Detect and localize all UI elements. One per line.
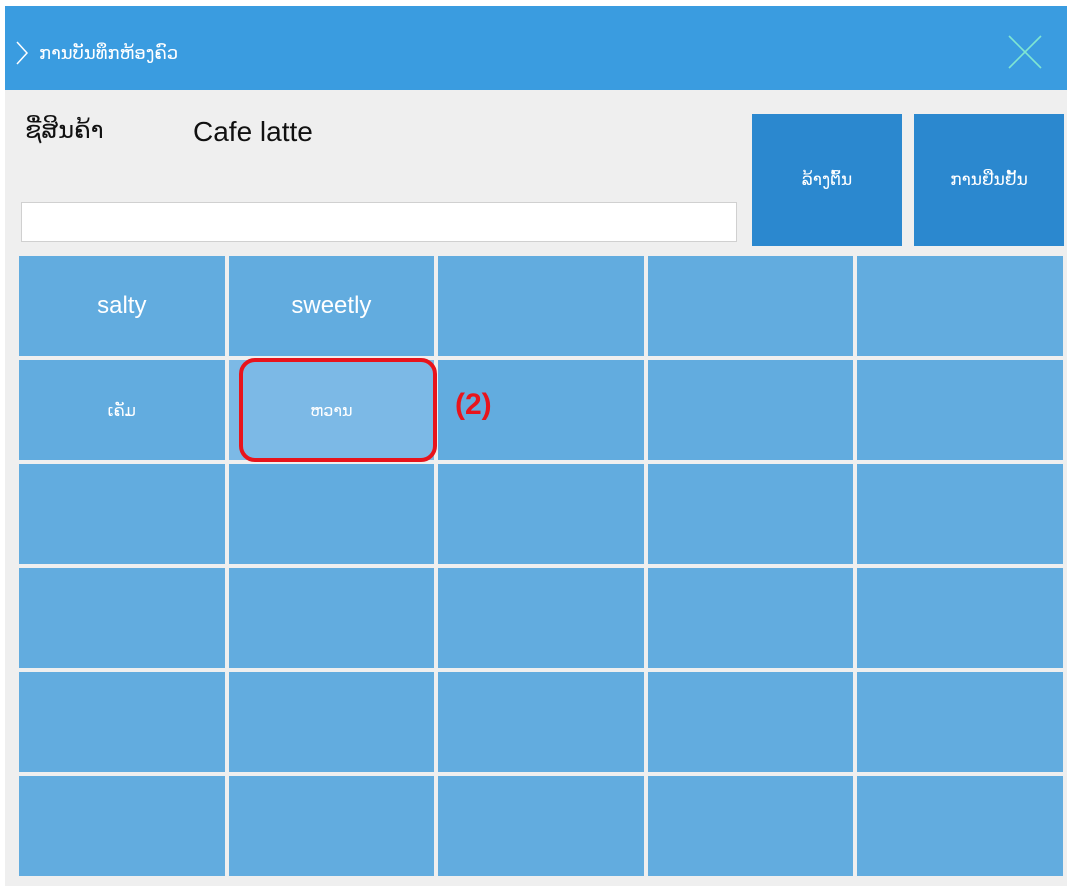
option-cell[interactable] <box>857 464 1063 564</box>
option-cell[interactable] <box>438 568 644 668</box>
option-cell[interactable] <box>857 568 1063 668</box>
clear-button[interactable]: ລ້າງຕົ້ນ <box>752 114 902 246</box>
title-bar: ການບັນທຶກຫ້ອງຄົວ <box>5 6 1067 90</box>
option-grid: salty sweetly ເຄັມ ຫວານ <box>19 256 1063 876</box>
option-cell[interactable] <box>857 256 1063 356</box>
option-cell[interactable]: salty <box>19 256 225 356</box>
option-cell-label: ຫວານ <box>310 400 353 420</box>
option-cell[interactable]: ເຄັມ <box>19 360 225 460</box>
option-cell[interactable] <box>647 464 854 564</box>
option-cell-label: sweetly <box>291 292 372 319</box>
option-cell[interactable] <box>857 776 1063 876</box>
product-name-value: Cafe latte <box>193 116 313 147</box>
note-input[interactable] <box>21 202 737 242</box>
option-cell[interactable] <box>228 568 435 668</box>
option-cell[interactable] <box>647 776 854 876</box>
chevron-right-icon <box>16 41 29 65</box>
option-cell[interactable] <box>228 776 435 876</box>
option-cell-label: ເຄັມ <box>107 400 136 420</box>
kitchen-note-dialog: ການບັນທຶກຫ້ອງຄົວ ຊື່ສິນຄ້າ Cafe latte ລ້… <box>5 6 1067 886</box>
option-cell-selected[interactable]: ຫວານ <box>228 360 435 460</box>
option-cell[interactable] <box>228 672 435 772</box>
dialog-title: ການບັນທຶກຫ້ອງຄົວ <box>39 43 179 64</box>
option-cell[interactable] <box>647 568 854 668</box>
option-cell[interactable]: sweetly <box>228 256 435 356</box>
option-cell-label: salty <box>97 292 147 319</box>
option-cell[interactable] <box>647 360 854 460</box>
close-icon[interactable] <box>1007 34 1043 70</box>
option-cell[interactable] <box>647 256 854 356</box>
option-cell[interactable] <box>647 672 854 772</box>
option-cell[interactable] <box>19 464 225 564</box>
option-cell[interactable] <box>228 464 435 564</box>
step-annotation: (2) <box>455 388 492 421</box>
confirm-button[interactable]: ການຢືນຢັ້ນ <box>914 114 1064 246</box>
option-cell[interactable] <box>438 464 644 564</box>
option-cell[interactable] <box>438 256 644 356</box>
option-cell[interactable] <box>19 672 225 772</box>
option-cell[interactable] <box>857 360 1063 460</box>
option-cell[interactable] <box>19 568 225 668</box>
option-cell[interactable] <box>857 672 1063 772</box>
product-name-label: ຊື່ສິນຄ້າ <box>25 116 104 144</box>
option-cell[interactable] <box>438 672 644 772</box>
option-cell[interactable] <box>438 776 644 876</box>
option-cell[interactable] <box>19 776 225 876</box>
